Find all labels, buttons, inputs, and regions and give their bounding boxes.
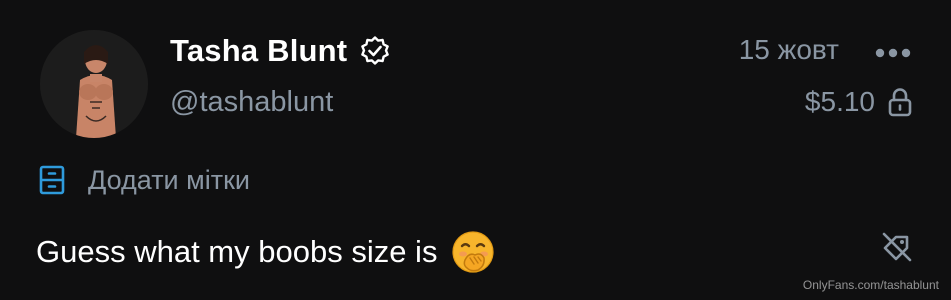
- price-row: $5.10: [805, 86, 913, 118]
- avatar[interactable]: [40, 30, 148, 138]
- lock-icon: [887, 86, 913, 118]
- verified-badge-icon: [359, 35, 391, 67]
- more-dots-icon[interactable]: [874, 46, 912, 60]
- no-tip-icon[interactable]: [880, 230, 914, 264]
- avatar-image: [40, 30, 148, 138]
- display-name[interactable]: Tasha Blunt: [170, 33, 347, 69]
- add-tags-button[interactable]: Додати мітки: [38, 164, 250, 196]
- post-price: $5.10: [804, 86, 875, 117]
- caption-text: Guess what my boobs size is: [36, 234, 438, 269]
- tag-list-icon: [38, 164, 66, 196]
- post-date: 15 жовт: [738, 34, 839, 65]
- post-caption: Guess what my boobs size is: [36, 230, 495, 274]
- post-card: Tasha Blunt @tashablunt 15 жовт $5.10 До…: [0, 0, 951, 300]
- add-tags-label: Додати мітки: [88, 164, 250, 195]
- author-name-row[interactable]: Tasha Blunt: [170, 31, 391, 71]
- watermark: OnlyFans.com/tashablunt: [802, 278, 939, 292]
- username[interactable]: @tashablunt: [170, 86, 333, 119]
- face-with-hand-over-mouth-icon: [451, 230, 495, 274]
